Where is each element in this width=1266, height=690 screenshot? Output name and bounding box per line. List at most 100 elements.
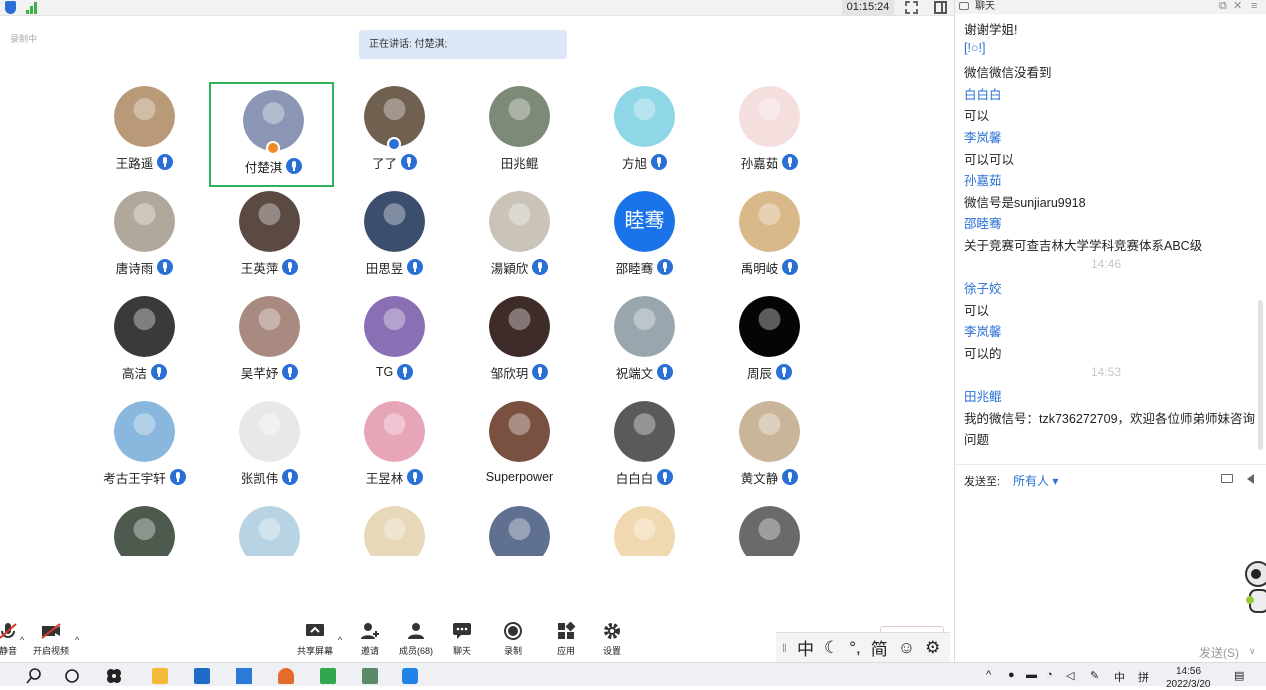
participant-tile[interactable]: 白白白 [582,395,707,500]
ime-emoji-icon[interactable]: ☺ [898,638,915,658]
avatar-image [114,401,175,462]
file-explorer-icon[interactable] [152,668,168,684]
participant-tile[interactable]: 黄文静 [707,395,832,500]
participant-tile[interactable]: 方旭 [582,80,707,185]
avatar [364,191,425,252]
popout-icon[interactable]: ⧉ [1219,0,1227,13]
tray-pen-icon[interactable]: ✎ [1090,669,1099,682]
record-button[interactable]: 录制 [491,622,535,660]
participant-tile[interactable] [332,500,457,556]
fullscreen-icon[interactable] [905,1,918,14]
avatar-image [614,401,675,462]
assistant-robot-icon[interactable] [1240,560,1266,622]
meeting-app-icon[interactable] [402,668,418,684]
store-icon[interactable] [236,668,252,684]
participant-tile[interactable]: 田思昱 [332,185,457,290]
participant-tile[interactable]: 王昱林 [332,395,457,500]
chat-sender-name[interactable]: 李岚馨 [964,321,1002,340]
participant-tile[interactable]: 周辰 [707,290,832,395]
tray-input-method[interactable]: 拼 [1138,669,1149,685]
ime-drag-handle-icon[interactable]: ‖ [782,641,787,655]
chat-sender-name[interactable]: 田兆鲲 [964,386,1002,405]
participant-tile[interactable]: 王英萍 [207,185,332,290]
settings-button[interactable]: 设置 [590,622,634,660]
ime-simplified-toggle[interactable]: 简 [871,635,888,660]
security-shield-icon[interactable] [5,1,16,14]
menu-icon[interactable]: ≡ [1251,0,1257,13]
clock-time[interactable]: 14:56 [1176,666,1201,677]
avatar [489,401,550,462]
ime-settings-gear-icon[interactable]: ⚙ [925,638,940,658]
participant-tile[interactable]: 唐诗雨 [82,185,207,290]
participant-tile[interactable]: 田兆鲲 [457,80,582,185]
network-signal-icon[interactable] [26,2,38,14]
chat-input-area[interactable] [955,492,1266,644]
tray-volume-icon[interactable]: ◁ [1066,669,1074,682]
participant-tile[interactable]: 吴芊妤 [207,290,332,395]
participant-tile[interactable]: 孙嘉茹 [707,80,832,185]
start-video-button[interactable]: 开启视频 [29,622,73,660]
participant-tile[interactable]: Superpower [457,395,582,500]
share-screen-button[interactable]: 共享屏幕 [293,622,337,660]
speaker-icon[interactable] [1247,474,1254,484]
chat-sender-name[interactable]: 邵睦骞 [964,213,1002,232]
ime-moon-icon[interactable]: ☾ [824,638,839,658]
participant-tile[interactable]: 付楚淇 [209,82,334,187]
video-options-chevron-icon[interactable]: ^ [75,635,79,645]
clock-date[interactable]: 2022/3/20 [1166,679,1211,690]
send-button[interactable]: 发送(S) [1199,644,1239,661]
apps-button[interactable]: 应用 [544,621,588,660]
participant-tile[interactable] [457,500,582,556]
send-options-chevron-icon[interactable]: ∨ [1249,646,1256,657]
chat-button[interactable]: 聊天 [440,622,484,660]
chat-sender-name[interactable]: 李岚馨 [964,127,1002,146]
layout-toggle-icon[interactable] [934,1,947,14]
participant-label: 王英萍 [207,258,332,276]
tray-overflow-chevron-icon[interactable]: ^ [986,669,991,681]
pdf-app-icon[interactable] [320,668,336,684]
participant-tile[interactable]: 湯穎欣 [457,185,582,290]
participant-tile[interactable] [207,500,332,556]
participant-tile[interactable] [82,500,207,556]
participant-tile[interactable]: 考古王宇轩 [82,395,207,500]
share-options-chevron-icon[interactable]: ^ [338,635,342,645]
participant-tile[interactable]: 高洁 [82,290,207,395]
participant-tile[interactable]: 邹欣玥 [457,290,582,395]
file-folder-icon[interactable] [1221,474,1233,483]
task-view-icon[interactable] [64,668,80,684]
avatar [489,86,550,147]
participant-tile[interactable] [582,500,707,556]
mute-button[interactable]: 静音 [0,622,30,660]
members-button[interactable]: 成员(68) [394,622,438,660]
close-icon[interactable]: ✕ [1233,0,1242,13]
chat-sender-name[interactable]: [!○!] [964,41,985,55]
tray-microphone-icon[interactable]: ● [1008,669,1015,681]
mail-icon[interactable] [194,668,210,684]
mute-options-chevron-icon[interactable]: ^ [20,635,24,645]
participant-tile[interactable]: 王路遥 [82,80,207,185]
participant-tile[interactable]: 祝端文 [582,290,707,395]
chat-sender-name[interactable]: 白白白 [964,84,1002,103]
notification-icon[interactable]: ▤ [1234,669,1244,682]
tray-language[interactable]: 中 [1114,669,1125,685]
app-icon[interactable] [278,668,294,684]
chat-sender-name[interactable]: 孙嘉茹 [964,170,1002,189]
recipient-dropdown[interactable]: 所有人 ▾ [1013,472,1058,489]
ime-punctuation-toggle[interactable]: °, [849,638,861,658]
participant-tile[interactable]: 禹明岐 [707,185,832,290]
participant-tile[interactable]: 睦骞 邵睦骞 [582,185,707,290]
fan-app-icon[interactable] [106,668,122,684]
participant-tile[interactable]: 了了 [332,80,457,185]
chat-message-list[interactable]: 谢谢学姐! [!○!] 微信微信没看到 白白白 可以 李岚馨 可以可以 孙嘉茹 微信号是sunj… [955,14,1257,464]
participant-tile[interactable] [707,500,832,556]
ime-language-toggle[interactable]: 中 [797,635,814,660]
tray-wifi-icon[interactable]: ◔ [1046,669,1053,681]
invite-button[interactable]: 邀请 [348,622,392,660]
tray-battery-icon[interactable]: ▬ [1026,669,1037,681]
participant-tile[interactable]: TG [332,290,457,395]
participant-tile[interactable]: 张凯伟 [207,395,332,500]
chat-sender-name[interactable]: 徐子姣 [964,278,1002,297]
chat-scrollbar[interactable] [1258,300,1263,450]
search-icon[interactable] [26,668,42,684]
media-app-icon[interactable] [362,668,378,684]
